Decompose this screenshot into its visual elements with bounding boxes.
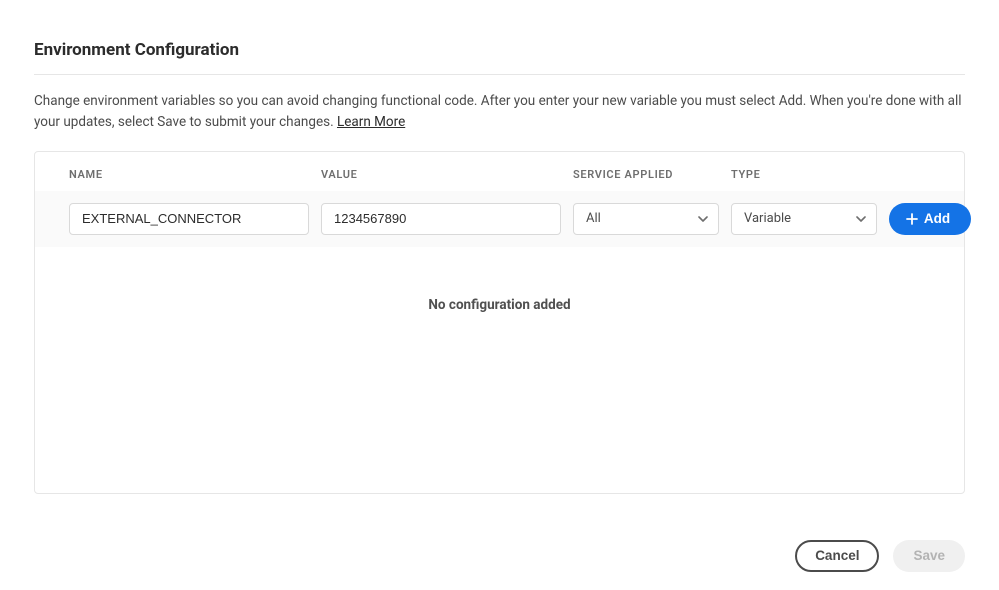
description: Change environment variables so you can …: [34, 75, 965, 151]
empty-state: No configuration added: [35, 247, 964, 493]
environment-config-panel: Environment Configuration Change environ…: [0, 0, 999, 514]
add-button[interactable]: Add: [889, 203, 971, 235]
col-header-name: NAME: [69, 168, 321, 181]
name-input[interactable]: [69, 203, 309, 235]
col-header-type: TYPE: [731, 168, 889, 181]
plus-icon: [906, 213, 918, 225]
chevron-down-icon: [856, 216, 866, 222]
save-button[interactable]: Save: [893, 540, 965, 572]
description-text: Change environment variables so you can …: [34, 93, 962, 130]
page-title: Environment Configuration: [34, 40, 965, 75]
learn-more-link[interactable]: Learn More: [337, 114, 405, 130]
col-header-service: SERVICE APPLIED: [573, 168, 731, 181]
cancel-button[interactable]: Cancel: [795, 540, 879, 572]
config-table: NAME VALUE SERVICE APPLIED TYPE All Vari…: [34, 151, 965, 494]
type-selected-label: Variable: [744, 211, 791, 226]
footer-actions: Cancel Save: [0, 514, 999, 572]
table-header: NAME VALUE SERVICE APPLIED TYPE: [35, 152, 964, 191]
type-select[interactable]: Variable: [731, 203, 877, 235]
value-input[interactable]: [321, 203, 561, 235]
chevron-down-icon: [698, 216, 708, 222]
col-header-value: VALUE: [321, 168, 573, 181]
service-applied-select[interactable]: All: [573, 203, 719, 235]
input-row: All Variable Add: [35, 191, 964, 247]
service-selected-label: All: [586, 211, 601, 226]
add-button-label: Add: [924, 211, 950, 226]
